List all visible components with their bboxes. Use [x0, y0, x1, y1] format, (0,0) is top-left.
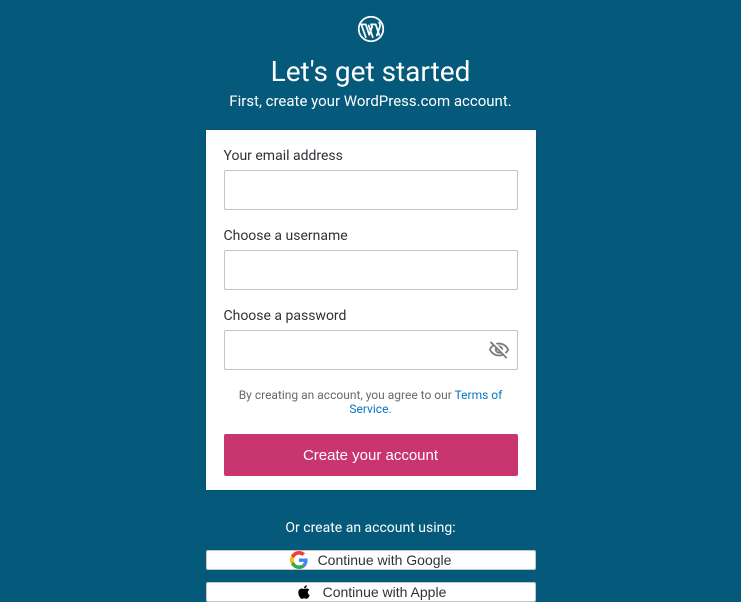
- apple-button-label: Continue with Apple: [323, 584, 447, 600]
- password-field[interactable]: [224, 330, 518, 370]
- password-label: Choose a password: [224, 308, 518, 324]
- username-field[interactable]: [224, 250, 518, 290]
- signup-form: Your email address Choose a username Cho…: [206, 130, 536, 490]
- email-field[interactable]: [224, 170, 518, 210]
- wordpress-logo-icon: [357, 15, 385, 47]
- terms-text: By creating an account, you agree to our…: [224, 388, 518, 416]
- page-title: Let's get started: [271, 55, 471, 88]
- google-icon: [290, 551, 308, 569]
- continue-google-button[interactable]: Continue with Google: [206, 550, 536, 570]
- alt-signup-heading: Or create an account using:: [285, 520, 455, 536]
- visibility-off-icon[interactable]: [488, 339, 510, 361]
- apple-icon: [295, 583, 313, 601]
- create-account-button[interactable]: Create your account: [224, 434, 518, 476]
- continue-apple-button[interactable]: Continue with Apple: [206, 582, 536, 602]
- email-label: Your email address: [224, 148, 518, 164]
- google-button-label: Continue with Google: [318, 552, 452, 568]
- username-label: Choose a username: [224, 228, 518, 244]
- page-subtitle: First, create your WordPress.com account…: [229, 92, 511, 110]
